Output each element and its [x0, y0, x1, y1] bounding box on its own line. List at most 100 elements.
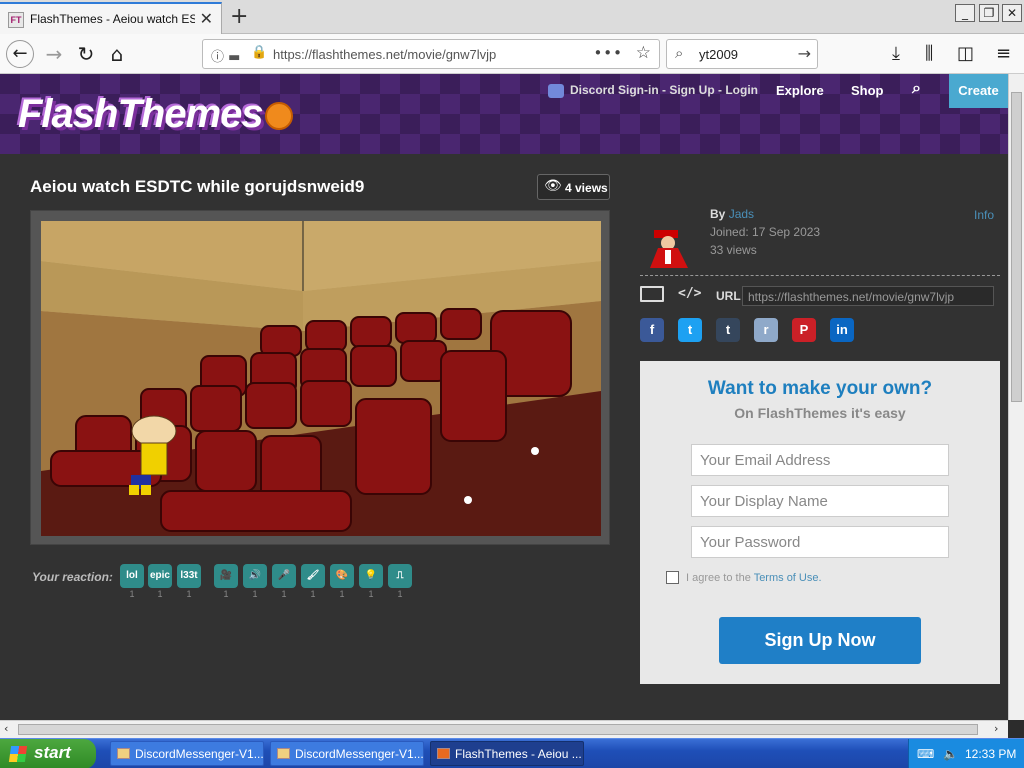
camera-icon: 🎥 [219, 570, 233, 581]
horizontal-scrollbar[interactable]: ‹ › [0, 720, 1008, 738]
reload-icon[interactable]: ↻ [72, 40, 100, 68]
home-icon[interactable]: ⌂ [103, 40, 131, 68]
author-joined: Joined: 17 Sep 2023 [710, 225, 821, 239]
horizontal-scroll-thumb[interactable] [18, 724, 978, 735]
scroll-right-icon[interactable]: › [994, 722, 998, 735]
vertical-scrollbar[interactable] [1008, 74, 1024, 720]
signup-subheading: On FlashThemes it's easy [734, 405, 906, 421]
more-icon[interactable]: ••• [593, 44, 623, 62]
tab-strip: FT FlashThemes - Aeiou watch ESDTC ✕ + _… [0, 0, 1024, 34]
firefox-icon [437, 748, 450, 759]
url-bar[interactable]: ⓘ ▬ 🔒 https://flashthemes.net/movie/gnw7… [202, 39, 660, 69]
sign-up-button[interactable]: Sign Up Now [719, 617, 921, 664]
download-icon[interactable]: ⤓ [892, 43, 900, 64]
start-button[interactable]: start [0, 739, 96, 768]
linkedin-icon[interactable]: in [830, 318, 854, 342]
windows-flag-icon [8, 746, 28, 762]
search-input[interactable]: yt2009 [699, 47, 738, 62]
reaction-epic[interactable]: epic 1 [148, 564, 172, 599]
video-player[interactable] [30, 210, 610, 545]
search-go-icon[interactable]: → [798, 44, 811, 63]
views-count: 4 views [565, 181, 608, 195]
taskbar-item[interactable]: DiscordMessenger-V1... [270, 741, 424, 766]
reaction-lol[interactable]: lol 1 [120, 564, 144, 599]
reaction-lightbulb[interactable]: 💡 1 [359, 564, 383, 599]
reaction-microphone[interactable]: 🎤 1 [272, 564, 296, 599]
facebook-icon[interactable]: f [640, 318, 664, 342]
new-tab-icon[interactable]: + [230, 4, 248, 29]
author-views: 33 views [710, 243, 757, 257]
sidebar-icon[interactable]: ◫ [957, 43, 974, 64]
share-url-field[interactable]: https://flashthemes.net/movie/gnw7lvjp [742, 286, 994, 306]
reaction-camera[interactable]: 🎥 1 [214, 564, 238, 599]
reaction-palette[interactable]: 🎨 1 [330, 564, 354, 599]
keyboard-icon[interactable]: ⌨ [917, 747, 934, 761]
palette-icon: 🎨 [335, 570, 349, 581]
signup-heading: Want to make your own? [707, 378, 933, 399]
lock-icon: 🔒 [251, 45, 268, 60]
close-tab-icon[interactable]: ✕ [200, 9, 213, 28]
volume-icon[interactable]: 🔈 [943, 747, 958, 761]
favicon-icon: FT [8, 12, 24, 28]
signup-box: Want to make your own? On FlashThemes it… [640, 361, 1000, 684]
video-frame[interactable] [41, 221, 601, 536]
taskbar-item[interactable]: DiscordMessenger-V1... [110, 741, 264, 766]
password-field[interactable]: Your Password [691, 526, 949, 558]
reaction-label: Your reaction: [32, 570, 113, 584]
minimize-icon[interactable]: _ [955, 4, 975, 22]
nav-shop[interactable]: Shop [851, 83, 884, 98]
folder-icon [277, 748, 290, 759]
agree-checkbox[interactable] [666, 571, 679, 584]
forward-icon[interactable]: → [40, 40, 68, 68]
vertical-scroll-thumb[interactable] [1011, 92, 1022, 402]
microphone-icon: 🎤 [277, 570, 291, 581]
search-icon: ⌕ [675, 44, 684, 62]
twitter-icon[interactable]: t [678, 318, 702, 342]
lightbulb-icon: 💡 [364, 570, 378, 581]
reddit-icon[interactable]: r [754, 318, 778, 342]
nav-explore[interactable]: Explore [776, 83, 824, 98]
bookmark-star-icon[interactable]: ☆ [636, 43, 651, 63]
back-icon[interactable]: ← [6, 40, 34, 68]
pinterest-icon[interactable]: P [792, 318, 816, 342]
system-tray: ⌨ 🔈 12:33 PM [908, 739, 1024, 768]
library-icon[interactable]: ⫼ [925, 43, 933, 64]
agree-text: I agree to the Terms of Use. [686, 572, 822, 584]
maximize-icon[interactable]: ❐ [979, 4, 999, 22]
tab-title: FlashThemes - Aeiou watch ESDTC [30, 12, 195, 26]
url-text[interactable]: https://flashthemes.net/movie/gnw7lvjp [273, 47, 496, 62]
terms-link[interactable]: Terms of Use. [754, 572, 822, 584]
browser-tab[interactable]: FT FlashThemes - Aeiou watch ESDTC ✕ [0, 2, 222, 34]
taskbar-item[interactable]: FlashThemes - Aeiou ... [430, 741, 584, 766]
site-header: FlashThemes Discord Sign-in - Sign Up - … [0, 74, 1008, 154]
create-button[interactable]: Create [949, 74, 1008, 108]
author-name-link[interactable]: Jads [729, 207, 754, 221]
search-bar[interactable]: ⌕ yt2009 → [666, 39, 818, 69]
app-icon [117, 748, 130, 759]
site-logo[interactable]: FlashThemes [18, 92, 293, 137]
embed-icon[interactable]: </> [678, 286, 701, 301]
tumblr-icon[interactable]: t [716, 318, 740, 342]
reaction-brush[interactable]: 🖌 1 [301, 564, 325, 599]
menu-icon[interactable]: ≡ [996, 43, 1011, 64]
movie-title: Aeiou watch ESDTC while gorujdsnweid9 [30, 177, 365, 196]
display-name-field[interactable]: Your Display Name [691, 485, 949, 517]
discord-login-link[interactable]: Discord Sign-in - Sign Up - Login [548, 83, 758, 98]
reaction-speaker[interactable]: 🔊 1 [243, 564, 267, 599]
info-icon[interactable]: ⓘ ▬ [211, 46, 240, 65]
theater-scene [41, 221, 601, 536]
views-badge: 👁 4 views [537, 174, 610, 200]
scroll-left-icon[interactable]: ‹ [4, 722, 8, 735]
clock[interactable]: 12:33 PM [965, 747, 1016, 761]
reaction-stamp[interactable]: ⎍ 1 [388, 564, 412, 599]
info-link[interactable]: Info [974, 208, 994, 222]
site-search-icon[interactable]: ⌕ [912, 80, 921, 98]
brush-icon: 🖌 [306, 570, 320, 581]
discord-icon [548, 83, 564, 98]
close-window-icon[interactable]: ✕ [1002, 4, 1022, 22]
email-field[interactable]: Your Email Address [691, 444, 949, 476]
divider [640, 275, 1000, 276]
email-share-icon[interactable] [640, 286, 664, 302]
author-avatar[interactable] [644, 226, 694, 268]
reaction-l33t[interactable]: l33t 1 [177, 564, 201, 599]
